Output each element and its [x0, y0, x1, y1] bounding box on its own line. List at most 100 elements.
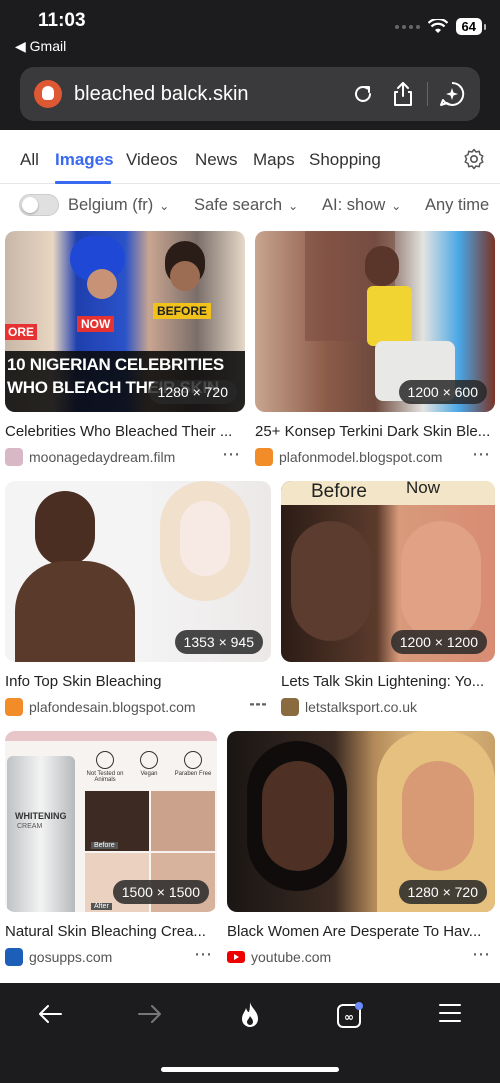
no-animal-icon — [96, 751, 114, 769]
time-filter-label: Any time — [425, 196, 490, 214]
site-favicon-icon — [281, 698, 299, 716]
battery-indicator: 64 — [455, 18, 487, 35]
face-shape — [291, 521, 371, 641]
time-filter[interactable]: Any time — [425, 196, 489, 215]
tube-sublabel: CREAM — [17, 823, 43, 830]
youtube-icon — [227, 948, 245, 966]
face-shape — [87, 269, 117, 299]
result-source[interactable]: moonagedaydream.film — [29, 449, 204, 465]
safe-search-label: Safe search — [194, 196, 283, 214]
result-image[interactable]: 1200 × 600 — [255, 231, 495, 412]
result-source[interactable]: plafondesain.blogspot.com — [29, 699, 229, 715]
ai-chat-icon[interactable] — [432, 81, 472, 107]
chevron-down-icon: ⌄ — [391, 199, 402, 213]
address-bar[interactable]: bleached balck.skin — [20, 67, 480, 121]
more-options-icon[interactable]: ⋯ — [222, 444, 241, 465]
address-bar-divider — [427, 82, 428, 106]
tabs-switcher-icon[interactable]: ∞ — [335, 1000, 365, 1035]
header-strip — [5, 731, 217, 741]
back-arrow-icon[interactable] — [36, 1000, 64, 1033]
result-source[interactable]: letstalksport.co.uk — [305, 699, 475, 715]
badge-label: Paraben Free — [174, 771, 212, 777]
forward-arrow-icon[interactable] — [136, 1000, 164, 1033]
result-image[interactable]: Before Now 1200 × 1200 — [281, 481, 495, 662]
cellular-signal-icon — [394, 24, 420, 29]
result-title[interactable]: Lets Talk Skin Lightening: Yo... — [281, 673, 495, 690]
more-options-icon[interactable]: ⋯ — [472, 944, 491, 965]
result-title[interactable]: 25+ Konsep Terkini Dark Skin Ble... — [255, 423, 495, 440]
filter-bar: Belgium (fr) ⌄ Safe search ⌄ AI: show ⌄ Any… — [0, 186, 500, 226]
face-shape — [170, 261, 200, 291]
overlay-title-1: 10 NIGERIAN CELEBRITIES — [7, 355, 224, 374]
blogger-favicon-icon — [5, 698, 23, 716]
chevron-down-icon: ⌄ — [159, 199, 170, 213]
result-title[interactable]: Info Top Skin Bleaching — [5, 673, 271, 690]
tab-maps[interactable]: Maps — [253, 150, 295, 170]
tab-shopping[interactable]: Shopping — [309, 150, 381, 170]
image-dimensions: 1280 × 720 — [148, 380, 237, 404]
tab-videos[interactable]: Videos — [126, 150, 178, 170]
status-time: 11:03 — [38, 10, 86, 31]
browser-header: 11:03 ◀ Gmail 64 bleached balck.skin — [0, 0, 500, 130]
wifi-icon — [427, 19, 448, 33]
tab-images[interactable]: Images — [55, 150, 114, 170]
result-source[interactable]: youtube.com — [251, 949, 401, 965]
region-filter-label: Belgium (fr) — [68, 196, 154, 214]
tube-label: WHITENING — [15, 811, 67, 821]
before-label: Before — [311, 481, 367, 502]
result-source[interactable]: plafonmodel.blogspot.com — [279, 449, 459, 465]
chevron-down-icon: ⌄ — [288, 199, 299, 213]
face-shape — [35, 491, 95, 566]
more-options-icon[interactable]: ⋯ — [472, 444, 491, 465]
result-title[interactable]: Black Women Are Desperate To Hav... — [227, 923, 495, 940]
result-image[interactable]: 1280 × 720 — [227, 731, 495, 912]
site-favicon-icon — [5, 948, 23, 966]
site-favicon-icon — [5, 448, 23, 466]
region-toggle[interactable] — [19, 194, 59, 216]
ai-filter[interactable]: AI: show ⌄ — [322, 196, 401, 215]
face-shape — [180, 501, 230, 576]
badge-vegan: Vegan — [129, 751, 169, 783]
result-title[interactable]: Natural Skin Bleaching Crea... — [5, 923, 217, 940]
image-dimensions: 1500 × 1500 — [112, 880, 209, 904]
label-band — [388, 481, 495, 505]
now-tag: NOW — [77, 316, 115, 332]
before-tag: BEFORE — [153, 303, 212, 319]
home-indicator — [161, 1067, 339, 1072]
result-image[interactable]: 10 NIGERIAN CELEBRITIES WHO BLEACH THEIR… — [5, 231, 245, 412]
blogger-favicon-icon — [255, 448, 273, 466]
result-title[interactable]: Celebrities Who Bleached Their ... — [5, 423, 245, 440]
search-tabs: All Images Videos News Maps Shopping — [0, 130, 500, 184]
now-label: Now — [406, 481, 441, 497]
image-dimensions: 1200 × 600 — [398, 380, 487, 404]
more-options-icon[interactable]: ⋯ — [250, 694, 269, 715]
ai-filter-label: AI: show — [322, 196, 386, 214]
image-dimensions: 1353 × 945 — [174, 630, 263, 654]
share-icon[interactable] — [383, 81, 423, 107]
leaf-icon — [140, 751, 158, 769]
svg-text:∞: ∞ — [344, 1010, 354, 1024]
before-tag-cropped: ORE — [5, 324, 38, 340]
product-badges: Not Tested on Animals Vegan Paraben Free — [85, 751, 213, 783]
result-image[interactable]: 1353 × 945 — [5, 481, 271, 662]
skin-sample — [151, 791, 215, 851]
result-image[interactable]: WHITENING CREAM Not Tested on Animals Ve… — [5, 731, 217, 912]
status-indicators: 64 — [394, 18, 487, 35]
reload-icon[interactable] — [343, 82, 383, 106]
badge-label: Not Tested on Animals — [86, 771, 124, 783]
badge-label: Vegan — [140, 771, 158, 777]
duckduckgo-logo-icon — [34, 80, 62, 108]
image-dimensions: 1200 × 1200 — [390, 630, 487, 654]
shoulders-shape — [15, 561, 135, 662]
safe-search-filter[interactable]: Safe search ⌄ — [194, 196, 298, 215]
tab-news[interactable]: News — [195, 150, 238, 170]
back-to-app-link[interactable]: ◀ Gmail — [15, 38, 66, 55]
menu-icon[interactable] — [437, 1000, 463, 1031]
settings-gear-icon[interactable] — [463, 148, 485, 175]
tab-all[interactable]: All — [20, 150, 39, 170]
region-filter[interactable]: Belgium (fr) ⌄ — [68, 196, 169, 215]
result-source[interactable]: gosupps.com — [29, 949, 179, 965]
fire-button-icon[interactable] — [237, 1000, 263, 1035]
more-options-icon[interactable]: ⋯ — [194, 944, 213, 965]
search-query-text[interactable]: bleached balck.skin — [74, 83, 343, 106]
